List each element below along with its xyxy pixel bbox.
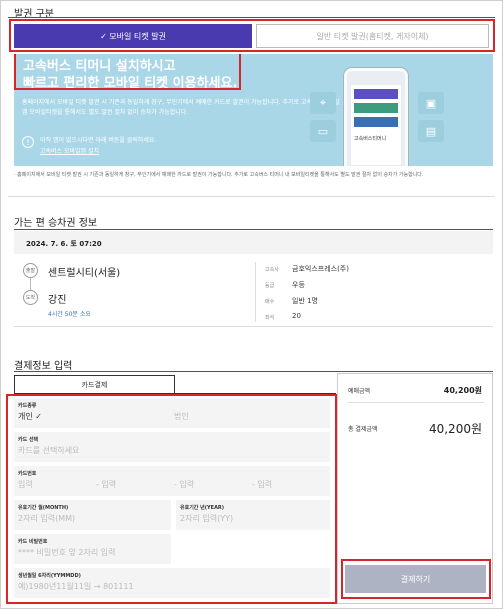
divider (8, 196, 495, 197)
notice-text: · 홈페이지에서 모바일 티켓 발권 시 기존과 동일하게 창구, 무인기에서 … (14, 172, 424, 178)
amount-label: 예매금액 (348, 388, 371, 395)
divider (8, 17, 495, 18)
banner-info-text: 아직 앱이 없으시다면 아래 버튼을 클릭하세요. (40, 137, 157, 144)
meta-label: 고속사 (265, 267, 279, 273)
paper-ticket-button[interactable]: 일반 티켓 발권(홈티켓, 게자이체) (256, 24, 489, 48)
divider (348, 402, 484, 403)
arrival-terminal: 강진 (48, 295, 67, 306)
banner-info: ! 아직 앱이 없으시다면 아래 버튼을 클릭하세요. 고속버스 모바일앱 설치 (22, 136, 156, 155)
app-install-link[interactable]: 고속버스 모바일앱 설치 (40, 146, 156, 155)
phone-menu-bar (354, 117, 398, 127)
payment-section-title: 결제정보 입력 (14, 361, 73, 372)
divider (255, 262, 256, 322)
banner-description: 홈페이지에서 모바일 티켓 발권 시 기존과 동일하게 창구, 무인기에서 예매… (22, 99, 340, 116)
meta-value: 우등 (292, 281, 305, 289)
phone-screen: 고속버스티머니 (351, 85, 401, 165)
map-pin-icon: ⌖ (310, 92, 336, 114)
amount-value: 40,200원 (443, 386, 482, 395)
departure-badge: 출발 (23, 263, 38, 278)
pay-button[interactable]: 결제하기 (345, 565, 486, 593)
total-label: 총 결제금액 (348, 426, 378, 433)
duration-text: 4시간 50분 소요 (48, 311, 91, 318)
meta-value: 금호익스프레스(주) (292, 265, 349, 273)
total-value: 40,200원 (428, 422, 482, 436)
meta-label: 매수 (265, 299, 275, 305)
meta-label: 등급 (265, 283, 275, 289)
card-icon: ▤ (418, 120, 444, 142)
divider (14, 229, 493, 230)
trip-date: 2024. 7. 6. 토 07:20 (14, 231, 493, 254)
tab-card-payment[interactable]: 카드결제 (14, 375, 175, 394)
meta-value: 20 (292, 312, 301, 320)
meta-value: 일반 1명 (292, 297, 318, 305)
arrival-badge: 도착 (23, 290, 38, 305)
ticket-icon: ▭ (310, 120, 336, 142)
bus-icon: ▣ (418, 92, 444, 114)
highlight-box (14, 54, 241, 90)
mobile-ticket-button[interactable]: ✓ 모바일 티켓 발권 (14, 24, 252, 48)
route-line (30, 278, 31, 290)
highlight-box (6, 394, 337, 604)
divider (14, 371, 493, 372)
departure-terminal: 센트럴시티(서울) (48, 268, 121, 279)
phone-app-label: 고속버스티머니 (354, 136, 387, 142)
promo-banner: 고속버스 티머니 설치하시고 빠르고 편리한 모바일 티켓 이용하세요. 홈페이… (14, 54, 493, 166)
phone-menu-bar (354, 89, 398, 99)
meta-label: 좌석 (265, 315, 275, 321)
info-icon: ! (22, 136, 34, 148)
trip-section-title: 가는 편 승차권 정보 (14, 218, 98, 229)
phone-illustration: 고속버스티머니 (344, 68, 408, 166)
phone-menu-bar (354, 103, 398, 113)
